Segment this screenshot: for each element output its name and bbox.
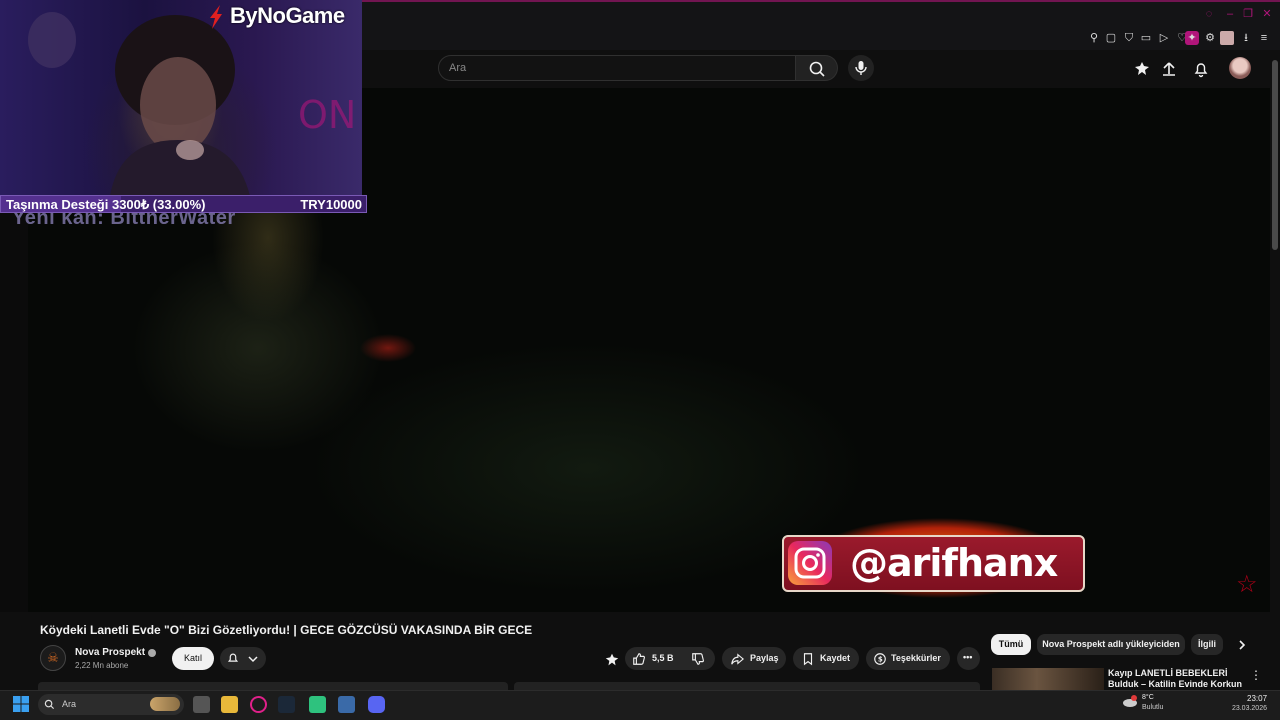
search-input[interactable]: Ara: [438, 55, 796, 81]
discord-icon[interactable]: [368, 696, 385, 713]
channel-name[interactable]: Nova Prospekt: [75, 647, 145, 658]
more-icon: •••: [963, 652, 973, 662]
donation-goal-bar: Taşınma Desteği 3300₺ (33.00%) TRY10000: [0, 195, 367, 213]
instagram-icon: [788, 541, 832, 585]
clock-time[interactable]: 23:07: [1247, 694, 1267, 703]
donation-label: Taşınma Desteği 3300₺ (33.00%): [6, 197, 206, 212]
share-label: Paylaş: [750, 653, 779, 663]
play-icon[interactable]: ▷: [1157, 31, 1171, 45]
maximize-icon[interactable]: ❐: [1242, 9, 1254, 20]
donation-goal-amount: TRY10000: [300, 197, 362, 212]
steam-icon[interactable]: [278, 696, 295, 713]
weather-description[interactable]: Bulutlu: [1142, 704, 1163, 711]
minimize-icon[interactable]: –: [1224, 9, 1236, 20]
bell-icon: [227, 653, 239, 662]
brand-logo-text: ByNoGame: [230, 3, 345, 28]
weather-temperature[interactable]: 8°C: [1142, 694, 1154, 701]
thanks-icon: $: [874, 653, 886, 665]
create-icon[interactable]: [1133, 60, 1151, 78]
download-icon[interactable]: ⭳: [1239, 31, 1253, 45]
search-button[interactable]: [796, 55, 838, 81]
windows-start-icon[interactable]: [13, 696, 29, 712]
menu-icon[interactable]: ≡: [1257, 31, 1271, 45]
puzzle-icon[interactable]: ⚙: [1203, 31, 1217, 45]
instagram-handle: @arifhanx: [850, 541, 1058, 585]
task-view-icon[interactable]: [193, 696, 210, 713]
dislike-icon[interactable]: [691, 652, 705, 666]
description-box-right[interactable]: [514, 682, 980, 690]
upload-icon[interactable]: [1160, 60, 1178, 78]
save-button[interactable]: Kaydet: [793, 647, 859, 670]
pentagram-icon: ☆: [1236, 571, 1258, 598]
profile-icon[interactable]: [1220, 31, 1234, 45]
svg-text:ON: ON: [298, 93, 356, 137]
join-button[interactable]: Katıl: [172, 647, 214, 670]
taskbar-search-icon: [44, 699, 55, 710]
chip-related[interactable]: İlgili: [1191, 634, 1223, 655]
create-clip-icon[interactable]: [604, 652, 620, 668]
chip-from-uploader[interactable]: Nova Prospekt adlı yükleyiciden: [1037, 634, 1185, 655]
windows-taskbar: [0, 690, 1280, 720]
webcam-overlay: ON ByNoGame: [0, 0, 362, 196]
share-button[interactable]: Paylaş: [722, 647, 786, 670]
search-icon: [809, 61, 825, 77]
video-title: Köydeki Lanetli Evde "O" Bizi Gözetliyor…: [40, 623, 533, 637]
search-window-icon[interactable]: ◌: [1203, 9, 1215, 20]
file-explorer-icon[interactable]: [221, 696, 238, 713]
weather-cloud-icon[interactable]: [1121, 694, 1139, 708]
bynogame-logo-icon: [210, 5, 222, 29]
scrollbar-thumb[interactable]: [1272, 60, 1278, 250]
channel-avatar[interactable]: ☠: [40, 645, 66, 671]
thanks-button[interactable]: $ Teşekkürler: [866, 647, 950, 670]
clock-date[interactable]: 23.03.2026: [1227, 705, 1267, 712]
related-video-menu-icon[interactable]: ⋮: [1250, 668, 1262, 682]
svg-text:$: $: [878, 656, 883, 664]
subscription-bell-button[interactable]: [220, 647, 266, 670]
mic-icon: [855, 61, 867, 75]
notifications-icon[interactable]: [1192, 60, 1210, 78]
save-label: Kaydet: [820, 653, 851, 663]
bookmark-icon: [803, 653, 813, 666]
tab-icon[interactable]: ▭: [1139, 31, 1153, 45]
search-highlight-icon: [150, 697, 180, 711]
chevron-down-icon: [248, 656, 258, 663]
like-icon[interactable]: [632, 652, 646, 666]
chevron-right-icon[interactable]: [1236, 639, 1248, 651]
related-video-thumbnail[interactable]: [992, 668, 1104, 690]
more-actions-button[interactable]: •••: [957, 647, 980, 670]
screenshot-icon[interactable]: ▢: [1104, 31, 1118, 45]
opera-gx-icon[interactable]: [250, 696, 267, 713]
app-green-icon[interactable]: [309, 696, 326, 713]
related-video-title[interactable]: Kayıp LANETLİ BEBEKLERİ Bulduk – Katilin…: [1108, 668, 1248, 690]
streamer-silhouette: ON: [28, 12, 356, 196]
subscriber-count: 2,22 Mn abone: [75, 661, 129, 670]
voice-search-button[interactable]: [848, 55, 874, 81]
description-box[interactable]: [38, 682, 508, 690]
pin-icon[interactable]: ⚲: [1087, 31, 1101, 45]
account-avatar[interactable]: [1229, 57, 1251, 79]
share-icon: [731, 653, 744, 665]
extension-icon[interactable]: ✦: [1185, 31, 1199, 45]
app-blue-icon[interactable]: [338, 696, 355, 713]
chip-all[interactable]: Tümü: [991, 634, 1031, 655]
thanks-label: Teşekkürler: [891, 653, 941, 663]
like-count[interactable]: 5,5 B: [652, 647, 674, 670]
verified-icon: [148, 649, 156, 657]
shield-icon[interactable]: ⛉: [1122, 31, 1136, 45]
close-icon[interactable]: ✕: [1261, 9, 1273, 20]
browser-accent-line: [360, 0, 1280, 2]
like-dislike-group: 5,5 B: [625, 647, 715, 670]
